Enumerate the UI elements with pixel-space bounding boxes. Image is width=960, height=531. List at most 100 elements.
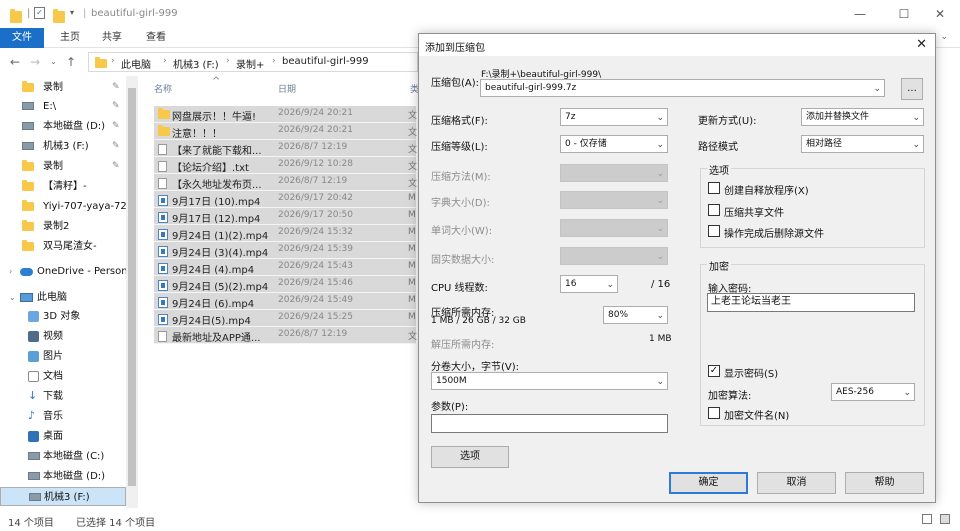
sidebar-item[interactable]: ↓ 下载 — [0, 387, 126, 406]
file-row[interactable]: 9月24日 (5)(2).mp4 2026/9/24 15:46 M — [154, 276, 416, 293]
forward-icon[interactable]: → — [30, 55, 40, 69]
path-mode-select[interactable]: 相对路径 ⌄ — [801, 135, 924, 153]
sidebar-item[interactable]: Yiyi-707-yaya-72 — [0, 197, 126, 216]
compress-shared-checkbox[interactable] — [708, 204, 720, 216]
update-mode-label: 更新方式(U): — [698, 116, 757, 127]
file-row[interactable]: 【来了就能下载和... 2026/8/7 12:19 文 — [154, 140, 417, 157]
back-icon[interactable]: ← — [10, 55, 20, 69]
drive-icon — [28, 452, 40, 460]
ok-button[interactable]: 确定 — [669, 472, 748, 494]
sidebar-item-label: 桌面 — [43, 431, 63, 442]
sidebar-item[interactable]: 文档 — [0, 367, 126, 386]
solid-block-select[interactable]: ⌄ — [560, 247, 668, 265]
video-file-icon — [158, 212, 168, 223]
scrollbar-thumb[interactable] — [128, 88, 136, 486]
file-row[interactable]: 9月24日 (3)(4).mp4 2026/9/24 15:39 M — [154, 242, 416, 259]
cancel-button[interactable]: 取消 — [757, 472, 836, 494]
sidebar-item[interactable]: 本地磁盘 (D:) ✎ — [0, 117, 126, 136]
options-button[interactable]: 选项 — [431, 446, 509, 468]
level-select[interactable]: 0 - 仅存储 ⌄ — [560, 135, 668, 153]
password-input[interactable]: 上老王论坛当老王 — [707, 293, 915, 312]
navigation-scrollbar[interactable] — [126, 76, 138, 508]
sidebar-item-label: 录制 — [43, 161, 63, 172]
column-header-name[interactable]: 名称 — [154, 80, 172, 100]
file-row[interactable]: 9月24日 (6).mp4 2026/9/24 15:49 M — [154, 293, 416, 310]
show-password-checkbox[interactable]: ✓ — [708, 365, 720, 377]
tab-file[interactable]: 文件 — [0, 28, 44, 48]
sidebar-item-onedrive[interactable]: › OneDrive - Person — [0, 262, 126, 281]
encrypt-names-label: 加密文件名(N) — [724, 411, 790, 422]
file-row[interactable]: 【论坛介绍】.txt 2026/9/12 10:28 文 — [154, 157, 417, 174]
breadcrumb-current[interactable]: beautiful-girl-999 — [282, 56, 369, 67]
close-icon[interactable]: ✕ — [932, 6, 948, 22]
customize-quick-access-icon[interactable]: ▾ — [70, 8, 82, 20]
word-size-select[interactable]: ⌄ — [560, 219, 668, 237]
column-header-date[interactable]: 日期 — [278, 80, 296, 100]
breadcrumb-this-pc[interactable]: 此电脑 — [121, 56, 151, 71]
dictionary-select[interactable]: ⌄ — [560, 191, 668, 209]
chevron-down-icon: ⌄ — [656, 140, 664, 150]
sidebar-item[interactable]: 录制 ✎ — [0, 157, 126, 176]
method-label: 压缩方法(M): — [431, 172, 491, 183]
sidebar-item[interactable]: 视频 — [0, 327, 126, 346]
file-row[interactable]: 9月24日(5).mp4 2026/9/24 15:25 M — [154, 310, 416, 327]
file-row[interactable]: 最新地址及APP通... 2026/8/7 12:19 文 — [154, 327, 417, 344]
file-row[interactable]: 9月24日 (4).mp4 2026/9/24 15:43 M — [154, 259, 416, 276]
sidebar-item[interactable]: 本地磁盘 (C:) — [0, 447, 126, 466]
create-sfx-label: 创建自释放程序(X) — [724, 186, 809, 197]
file-list: 名称 ^ 日期 类 网盘展示！！牛逼! 2026/9/24 20:21 文 注意！！… — [138, 76, 428, 508]
update-mode-select[interactable]: 添加并替换文件 ⌄ — [801, 108, 924, 126]
tab-share[interactable]: 共享 — [102, 28, 122, 48]
parameters-input[interactable] — [431, 414, 668, 433]
expand-ribbon-icon[interactable]: ⌄ — [940, 32, 948, 42]
breadcrumb-folder[interactable]: 录制+ — [236, 56, 264, 71]
minimize-icon[interactable]: — — [852, 6, 868, 22]
folder-icon — [10, 9, 22, 23]
recent-locations-icon[interactable]: ⌄ — [50, 57, 57, 66]
sidebar-item[interactable]: 3D 对象 — [0, 307, 126, 326]
new-folder-icon[interactable] — [53, 9, 65, 23]
tab-view[interactable]: 查看 — [146, 28, 166, 48]
encryption-method-select[interactable]: AES-256 ⌄ — [831, 383, 915, 401]
sidebar-item[interactable]: 本地磁盘 (D:) — [0, 467, 126, 486]
sidebar-item[interactable]: 机械3 (F:) ✎ — [0, 137, 126, 156]
file-row[interactable]: 网盘展示！！牛逼! 2026/9/24 20:21 文 — [154, 106, 417, 123]
encrypt-names-checkbox[interactable] — [708, 407, 720, 419]
chevron-down-icon: ⌄ — [912, 140, 920, 150]
file-date: 2026/9/24 15:25 — [278, 312, 353, 322]
breadcrumb-drive[interactable]: 机械3 (F:) — [173, 56, 219, 71]
help-button[interactable]: 帮助 — [845, 472, 924, 494]
format-select[interactable]: 7z ⌄ — [560, 108, 668, 126]
method-select[interactable]: ⌄ — [560, 164, 668, 182]
sidebar-item-selected[interactable]: 机械3 (F:) — [0, 487, 126, 506]
properties-icon[interactable]: ✓ — [34, 7, 45, 19]
file-row[interactable]: 9月24日 (1)(2).mp4 2026/9/24 15:32 M — [154, 225, 416, 242]
sidebar-item[interactable]: 桌面 — [0, 427, 126, 446]
close-icon[interactable]: ✕ — [916, 37, 927, 52]
sidebar-item[interactable]: 图片 — [0, 347, 126, 366]
sidebar-item[interactable]: ♪ 音乐 — [0, 407, 126, 426]
tab-home[interactable]: 主页 — [60, 28, 80, 48]
maximize-icon[interactable]: ☐ — [896, 6, 912, 22]
delete-after-checkbox[interactable] — [708, 225, 720, 237]
address-field[interactable]: › 此电脑 › 机械3 (F:) › 录制+ › beautiful-girl-… — [88, 52, 418, 72]
large-icons-view-icon[interactable] — [940, 514, 950, 524]
volume-size-combobox[interactable]: 1500M ⌄ — [431, 372, 668, 390]
file-row[interactable]: 9月17日 (12).mp4 2026/9/17 20:50 M — [154, 208, 416, 225]
browse-button[interactable]: ... — [901, 78, 923, 100]
file-row[interactable]: 【永久地址发布页... 2026/8/7 12:19 文 — [154, 174, 417, 191]
sidebar-item-this-pc[interactable]: ⌄ 此电脑 — [0, 288, 126, 307]
memory-usage-select[interactable]: 80% ⌄ — [603, 306, 668, 324]
archive-name-combobox[interactable]: beautiful-girl-999.7z ⌄ — [480, 79, 885, 97]
sidebar-item[interactable]: E:\ ✎ — [0, 97, 126, 116]
sidebar-item[interactable]: 【清籽】- — [0, 177, 126, 196]
cpu-threads-select[interactable]: 16 ⌄ — [560, 275, 618, 293]
create-sfx-checkbox[interactable] — [708, 182, 720, 194]
up-icon[interactable]: ↑ — [66, 55, 76, 69]
file-row[interactable]: 9月17日 (10).mp4 2026/9/17 20:42 M — [154, 191, 416, 208]
sidebar-item[interactable]: 录制 ✎ — [0, 78, 126, 97]
details-view-icon[interactable] — [922, 514, 932, 524]
file-row[interactable]: 注意！！！ 2026/9/24 20:21 文 — [154, 123, 417, 140]
sidebar-item[interactable]: 录制2 — [0, 217, 126, 236]
sidebar-item[interactable]: 双马尾渣女- — [0, 237, 126, 256]
